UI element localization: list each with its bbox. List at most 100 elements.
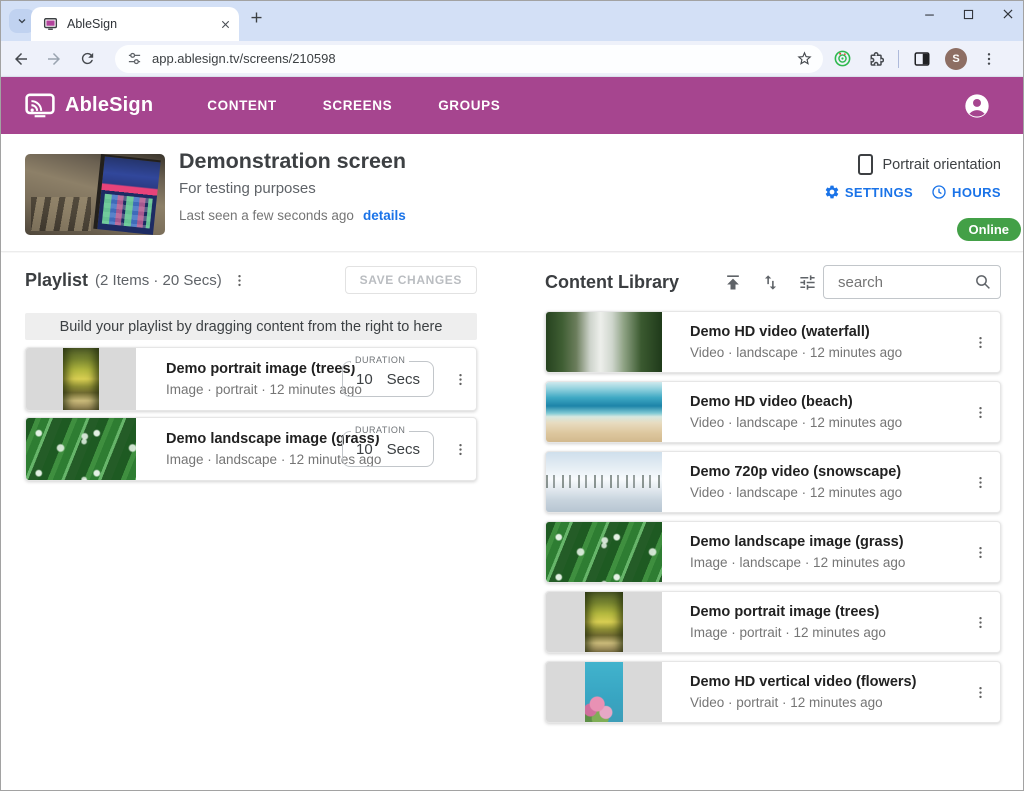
thumbnail-art <box>585 662 623 722</box>
item-meta: Video · landscape · 12 minutes ago <box>690 345 902 360</box>
item-meta: Video · portrait · 12 minutes ago <box>690 695 916 710</box>
nav-menu-item[interactable]: SCREENS <box>323 98 392 113</box>
kebab-menu-icon <box>981 51 997 67</box>
tab-strip: AbleSign <box>1 1 1023 41</box>
upload-button[interactable] <box>721 270 745 294</box>
playlist-menu-button[interactable] <box>228 268 252 292</box>
item-thumbnail <box>546 452 662 512</box>
nav-menu-item[interactable]: CONTENT <box>207 98 276 113</box>
plus-icon <box>249 10 264 25</box>
status-badge: Online <box>957 218 1021 241</box>
thumbnail-art <box>546 522 662 582</box>
brand-name: AbleSign <box>65 94 153 117</box>
item-thumbnail <box>546 382 662 442</box>
duration-value[interactable]: 10 <box>356 371 373 388</box>
playlist-item[interactable]: Demo landscape image (grass) Image · lan… <box>25 417 477 481</box>
item-thumbnail <box>546 662 662 722</box>
item-menu-button[interactable] <box>968 680 992 704</box>
thumbnail-screen-art <box>93 154 161 235</box>
thumbnail-art <box>546 312 662 372</box>
details-link[interactable]: details <box>363 208 406 223</box>
kebab-menu-icon <box>973 475 988 490</box>
library-item[interactable]: Demo 720p video (snowscape) Video · land… <box>545 451 1001 513</box>
item-menu-button[interactable] <box>968 470 992 494</box>
library-item[interactable]: Demo portrait image (trees) Image · port… <box>545 591 1001 653</box>
cast-screen-logo-icon <box>25 93 55 118</box>
library-title: Content Library <box>545 272 679 293</box>
item-text: Demo HD vertical video (flowers) Video ·… <box>690 674 916 710</box>
playlist-list: Demo portrait image (trees) Image · port… <box>25 347 477 481</box>
item-menu-button[interactable] <box>448 367 472 391</box>
side-panel-button[interactable] <box>913 50 931 68</box>
tab-close-button[interactable] <box>220 19 231 30</box>
item-meta: Image · portrait · 12 minutes ago <box>690 625 886 640</box>
item-title: Demo portrait image (trees) <box>166 361 362 377</box>
browser-tab[interactable]: AbleSign <box>31 7 239 41</box>
item-meta: Video · landscape · 12 minutes ago <box>690 415 902 430</box>
hours-label: HOURS <box>952 185 1001 200</box>
nav-menu-item[interactable]: GROUPS <box>438 98 500 113</box>
playlist-item[interactable]: Demo portrait image (trees) Image · port… <box>25 347 477 411</box>
side-panel-icon <box>913 50 931 68</box>
item-menu-button[interactable] <box>968 610 992 634</box>
browser-toolbar: app.ablesign.tv/screens/210598 S <box>1 41 1023 77</box>
item-thumbnail <box>546 312 662 372</box>
item-menu-button[interactable] <box>968 330 992 354</box>
duration-unit: Secs <box>387 441 420 458</box>
browser-menu-button[interactable] <box>981 51 997 67</box>
reload-button[interactable] <box>73 45 101 73</box>
library-item[interactable]: Demo HD video (waterfall) Video · landsc… <box>545 311 1001 373</box>
playlist-title: Playlist <box>25 270 88 291</box>
header-links: SETTINGS HOURS <box>824 184 1001 200</box>
brand[interactable]: AbleSign <box>25 93 153 118</box>
duration-value[interactable]: 10 <box>356 441 373 458</box>
duration-label: DURATION <box>351 355 409 365</box>
library-item[interactable]: Demo landscape image (grass) Image · lan… <box>545 521 1001 583</box>
item-thumbnail <box>26 348 136 410</box>
close-window-button[interactable] <box>1001 7 1015 21</box>
back-button[interactable] <box>7 45 35 73</box>
item-title: Demo HD vertical video (flowers) <box>690 674 916 690</box>
settings-button[interactable]: SETTINGS <box>824 184 913 200</box>
duration-field[interactable]: DURATION 10 Secs <box>342 361 434 397</box>
extensions-button[interactable] <box>866 50 884 68</box>
maximize-button[interactable] <box>962 8 975 21</box>
address-bar[interactable]: app.ablesign.tv/screens/210598 <box>115 45 823 73</box>
item-thumbnail <box>546 592 662 652</box>
new-tab-button[interactable] <box>249 10 264 25</box>
browser-window: AbleSign app.ablesign.tv/screens/210598 <box>0 0 1024 791</box>
item-text: Demo HD video (waterfall) Video · landsc… <box>690 324 902 360</box>
bookmark-button[interactable] <box>796 50 813 67</box>
library-item[interactable]: Demo HD vertical video (flowers) Video ·… <box>545 661 1001 723</box>
item-menu-button[interactable] <box>968 400 992 424</box>
item-meta: Image · landscape · 12 minutes ago <box>690 555 905 570</box>
item-menu-button[interactable] <box>968 540 992 564</box>
site-settings-icon[interactable] <box>127 51 142 66</box>
filter-button[interactable] <box>795 270 819 294</box>
search-box[interactable] <box>823 265 1001 299</box>
url-text[interactable]: app.ablesign.tv/screens/210598 <box>152 51 796 66</box>
thumbnail-art <box>546 382 662 442</box>
browser-profile-avatar[interactable]: S <box>945 48 967 70</box>
account-button[interactable] <box>963 92 991 120</box>
duration-field[interactable]: DURATION 10 Secs <box>342 431 434 467</box>
main-content: Playlist (2 Items · 20 Secs) SAVE CHANGE… <box>1 253 1023 790</box>
search-icon[interactable] <box>974 273 992 291</box>
search-input[interactable] <box>836 273 974 292</box>
item-menu-button[interactable] <box>448 437 472 461</box>
kebab-menu-icon <box>453 372 468 387</box>
kebab-menu-icon <box>973 685 988 700</box>
sort-button[interactable] <box>758 270 782 294</box>
forward-button[interactable] <box>40 45 68 73</box>
close-icon <box>220 19 231 30</box>
minimize-button[interactable] <box>923 8 936 21</box>
upload-icon <box>723 272 743 292</box>
gear-icon <box>824 184 840 200</box>
hours-button[interactable]: HOURS <box>931 184 1001 200</box>
orientation-indicator: Portrait orientation <box>858 154 1001 175</box>
page-title: Demonstration screen <box>179 149 406 174</box>
library-item[interactable]: Demo HD video (beach) Video · landscape … <box>545 381 1001 443</box>
extension-adblock-button[interactable] <box>833 49 852 68</box>
save-changes-button[interactable]: SAVE CHANGES <box>345 266 477 294</box>
clock-icon <box>931 184 947 200</box>
